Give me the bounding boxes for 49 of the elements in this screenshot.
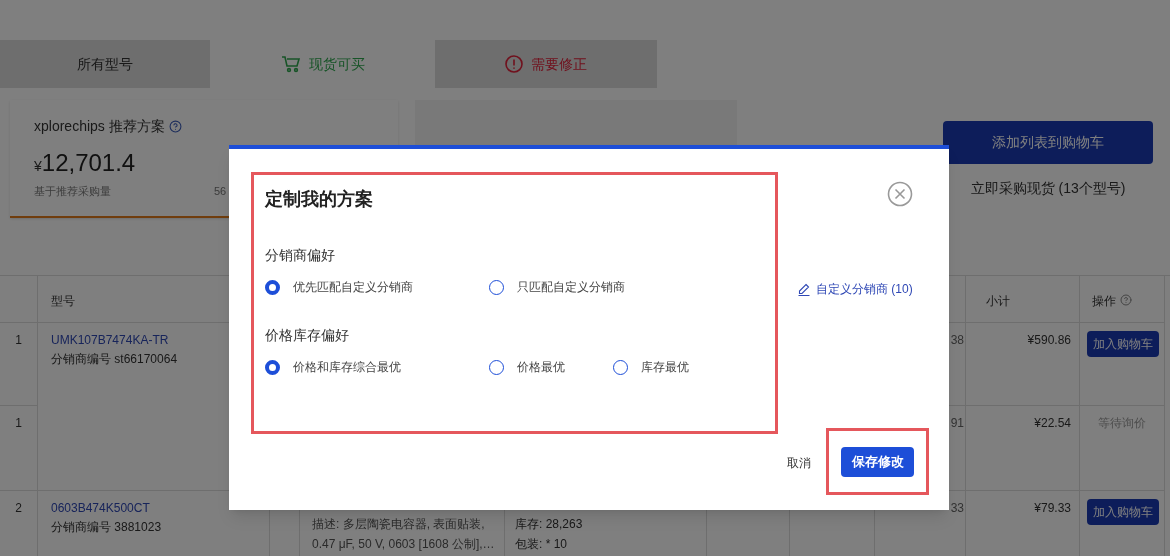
description-line: 描述: 多层陶瓷电容器, 表面贴装, bbox=[312, 516, 486, 533]
radio-button[interactable] bbox=[489, 279, 504, 295]
table-cell-text: 33 bbox=[950, 500, 964, 517]
part-number-link[interactable]: 0603B474K500CT bbox=[51, 499, 150, 517]
subtotal: ¥79.33 bbox=[1034, 500, 1071, 517]
save-button[interactable]: 保存修改 bbox=[841, 446, 914, 477]
alert-icon bbox=[505, 55, 523, 73]
table-cell-text: 38 bbox=[950, 332, 964, 349]
radio-button[interactable] bbox=[489, 359, 504, 375]
part-number-link[interactable]: UMK107B7474KA-TR bbox=[51, 331, 169, 349]
radio-button[interactable] bbox=[265, 359, 280, 375]
stock-line: 包装: * 10 bbox=[515, 536, 569, 553]
summary-title: xplorechips 推荐方案 bbox=[34, 117, 165, 136]
option-label[interactable]: 只匹配自定义分销商 bbox=[517, 278, 625, 296]
close-icon[interactable] bbox=[887, 181, 913, 207]
summary-quantity: 56 bbox=[214, 184, 227, 199]
section-label: 分销商偏好 bbox=[265, 246, 336, 265]
description-line: 0.47 μF, 50 V, 0603 [1608 公制],… bbox=[312, 536, 496, 553]
radio-button[interactable] bbox=[265, 279, 280, 295]
currency-symbol: ¥ bbox=[34, 158, 42, 176]
radio-button[interactable] bbox=[613, 359, 628, 375]
table-cell-text: 91 bbox=[950, 415, 964, 432]
summary-note: 基于推荐采购量 bbox=[34, 184, 112, 199]
distributor-number: 分销商编号 st66170064 bbox=[51, 351, 178, 368]
cancel-button[interactable]: 取消 bbox=[787, 454, 811, 472]
help-icon[interactable] bbox=[168, 120, 182, 133]
option-label[interactable]: 价格和库存综合最优 bbox=[293, 358, 401, 376]
add-list-to-cart-button[interactable]: 添加列表到购物车 bbox=[943, 121, 1153, 164]
pencil-icon bbox=[798, 282, 810, 296]
filter-tab[interactable]: 所有型号 bbox=[0, 40, 210, 88]
custom-distributor-link[interactable]: 自定义分销商 (10) bbox=[798, 280, 913, 298]
dialog-title: 定制我的方案 bbox=[265, 188, 374, 211]
distributor-number: 分销商编号 3881023 bbox=[51, 519, 162, 536]
column-header: 小计 bbox=[966, 276, 1080, 323]
option-label[interactable]: 优先匹配自定义分销商 bbox=[293, 278, 413, 296]
cart-icon bbox=[280, 55, 301, 73]
stock-line: 库存: 28,263 bbox=[515, 516, 584, 533]
buy-note: 立即采购现货 (13个型号) bbox=[970, 179, 1126, 198]
subtotal: ¥590.86 bbox=[1027, 332, 1071, 349]
option-label[interactable]: 库存最优 bbox=[641, 358, 689, 376]
add-to-cart-button[interactable]: 加入购物车 bbox=[1087, 499, 1159, 525]
column-header: 操作 bbox=[1092, 293, 1116, 310]
add-to-cart-button[interactable]: 加入购物车 bbox=[1087, 331, 1159, 357]
row-number: 1 bbox=[0, 323, 38, 406]
option-label[interactable]: 价格最优 bbox=[517, 358, 565, 376]
row-number: 1 bbox=[0, 406, 38, 491]
section-label: 价格库存偏好 bbox=[265, 326, 350, 345]
subtotal: ¥22.54 bbox=[1034, 415, 1071, 432]
total-price: 12,701.4 bbox=[41, 148, 136, 178]
